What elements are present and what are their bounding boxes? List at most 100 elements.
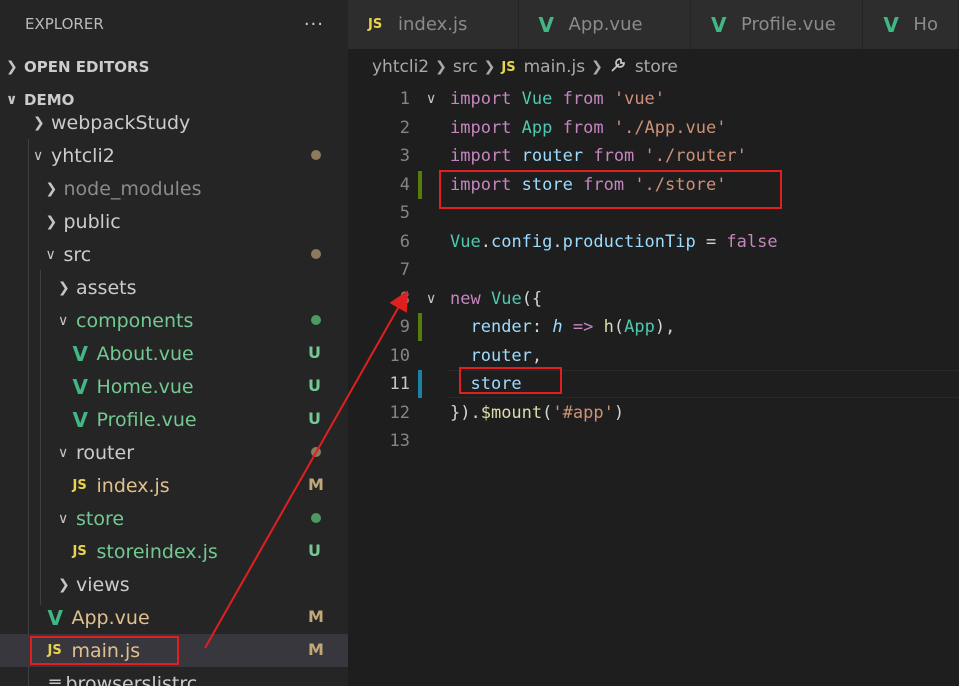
tree-item-public[interactable]: ❯ public — [0, 205, 348, 238]
tree-item-storeindex-js[interactable]: JS storeindex.js U — [0, 535, 348, 568]
tree-item-content: ∨ router — [58, 442, 134, 464]
tree-item-content: ❯ views — [58, 574, 130, 596]
code-line: 3 import router from './router' — [348, 142, 959, 170]
tree-item-label: index.js — [96, 474, 170, 497]
line-number: 1 — [399, 89, 410, 109]
chevron-right-icon: ❯ — [45, 213, 58, 230]
modified-dot-icon — [311, 513, 321, 523]
tree-item-assets[interactable]: ❯ assets — [0, 271, 348, 304]
code-line: 6 Vue.config.productionTip = false — [348, 228, 959, 256]
explorer-title: EXPLORER — [25, 15, 104, 33]
tree-item-app-vue[interactable]: V App.vue M — [0, 601, 348, 634]
tree-item-src[interactable]: ∨ src — [0, 238, 348, 271]
tree-item-about-vue[interactable]: V About.vue U — [0, 337, 348, 370]
tree-item-views[interactable]: ❯ views — [0, 568, 348, 601]
tree-item-node-modules[interactable]: ❯ node_modules — [0, 172, 348, 205]
tab-bar: JS index.js V App.vue V Profile.vue V Ho — [348, 0, 959, 49]
tree-item-router[interactable]: ∨ router — [0, 436, 348, 469]
line-number: 12 — [389, 402, 410, 423]
modified-dot-icon — [311, 447, 321, 457]
breadcrumb-item-file[interactable]: main.js — [524, 57, 585, 77]
tree-item-store[interactable]: ∨ store — [0, 502, 348, 535]
tree-item-webpackstudy[interactable]: ❯ webpackStudy — [0, 106, 348, 139]
tree-item-label: node_modules — [63, 177, 202, 200]
line-number: 8 — [399, 288, 410, 309]
modified-dot-icon — [311, 150, 321, 160]
tab-profile-vue[interactable]: V Profile.vue — [690, 0, 864, 49]
chevron-down-icon: ∨ — [58, 312, 69, 329]
breadcrumb: yhtcli2 ❯ src ❯ JS main.js ❯ store — [348, 49, 959, 85]
tree-item-label: yhtcli2 — [51, 144, 115, 167]
code-token: = — [695, 231, 727, 252]
tab-label: App.vue — [568, 14, 643, 35]
tree-item-home-vue[interactable]: V Home.vue U — [0, 370, 348, 403]
chevron-right-icon: ❯ — [58, 576, 70, 593]
breadcrumb-item-project[interactable]: yhtcli2 — [372, 57, 429, 77]
code-token: , — [531, 345, 543, 366]
wrench-icon — [609, 56, 627, 79]
more-actions-icon[interactable]: ··· — [304, 14, 324, 35]
tab-ho[interactable]: V Ho — [863, 0, 959, 49]
line-number: 11 — [389, 374, 410, 394]
code-text: new Vue({ — [450, 289, 542, 309]
code-token: config — [490, 231, 553, 252]
modified-dot-icon — [311, 249, 321, 259]
vue-file-icon: V — [710, 12, 727, 37]
code-token: from — [562, 89, 604, 109]
tree-item-index-js[interactable]: JS index.js M — [0, 469, 348, 502]
code-token: new — [450, 288, 481, 309]
code-line: 13 — [348, 427, 959, 455]
line-number: 13 — [389, 431, 410, 451]
tree-item-content: ∨ yhtcli2 — [33, 145, 115, 167]
line-number: 7 — [399, 260, 410, 280]
tree-item-label: store — [76, 507, 125, 530]
tree-item-label: src — [63, 243, 92, 266]
tree-item-content: V App.vue — [48, 606, 150, 630]
fold-chevron-down-icon[interactable]: ∨ — [426, 291, 436, 307]
tree-item-content: ❯ public — [46, 211, 121, 233]
line-number: 10 — [389, 345, 410, 366]
vue-file-icon: V — [72, 374, 88, 399]
code-token: import — [450, 89, 512, 109]
line-number: 5 — [399, 203, 410, 223]
breadcrumb-item-symbol[interactable]: store — [635, 57, 678, 77]
code-token: : — [531, 317, 553, 337]
code-token: => — [572, 317, 594, 337]
chevron-right-icon: ❯ — [435, 59, 447, 75]
code-token: h — [603, 317, 614, 337]
tree-item-profile-vue[interactable]: V Profile.vue U — [0, 403, 348, 436]
git-status-badge: U — [308, 376, 321, 395]
tab-label: Ho — [913, 14, 938, 35]
code-token: './App.vue' — [613, 117, 727, 138]
code-line: 7 — [348, 256, 959, 284]
tree-item-yhtcli2[interactable]: ∨ yhtcli2 — [0, 139, 348, 172]
fold-chevron-down-icon[interactable]: ∨ — [426, 91, 436, 107]
git-status-badge: M — [308, 640, 324, 659]
tab-index-js[interactable]: JS index.js — [348, 0, 519, 49]
code-line: 12}).$mount('#app') — [348, 399, 959, 427]
tree-item-label: Home.vue — [96, 375, 194, 398]
breadcrumb-item-src[interactable]: src — [453, 57, 478, 77]
tree-item-content: V Profile.vue — [73, 408, 197, 432]
tree-item-components[interactable]: ∨ components — [0, 304, 348, 337]
code-token: ( — [613, 317, 625, 337]
tree-item-content: JS index.js — [73, 475, 170, 497]
chevron-down-icon: ∨ — [33, 147, 44, 164]
tree-item-content: ❯ webpackStudy — [33, 112, 190, 134]
code-token: ({ — [521, 288, 543, 309]
line-number: 9 — [399, 317, 410, 337]
tab-app-vue[interactable]: V App.vue — [518, 0, 691, 49]
open-editors-section[interactable]: ❯ OPEN EDITORS — [0, 50, 149, 83]
tree-item-label: browserslistrc — [65, 672, 198, 686]
git-status-badge: M — [308, 475, 324, 494]
code-text: Vue.config.productionTip = false — [450, 232, 778, 252]
chevron-right-icon: ❯ — [58, 279, 70, 296]
code-text: render: h => h(App), — [450, 317, 675, 337]
code-token: ), — [654, 317, 676, 337]
tree-item-browserslistrc[interactable]: ≡ browserslistrc — [0, 667, 348, 686]
code-token: false — [726, 231, 778, 252]
